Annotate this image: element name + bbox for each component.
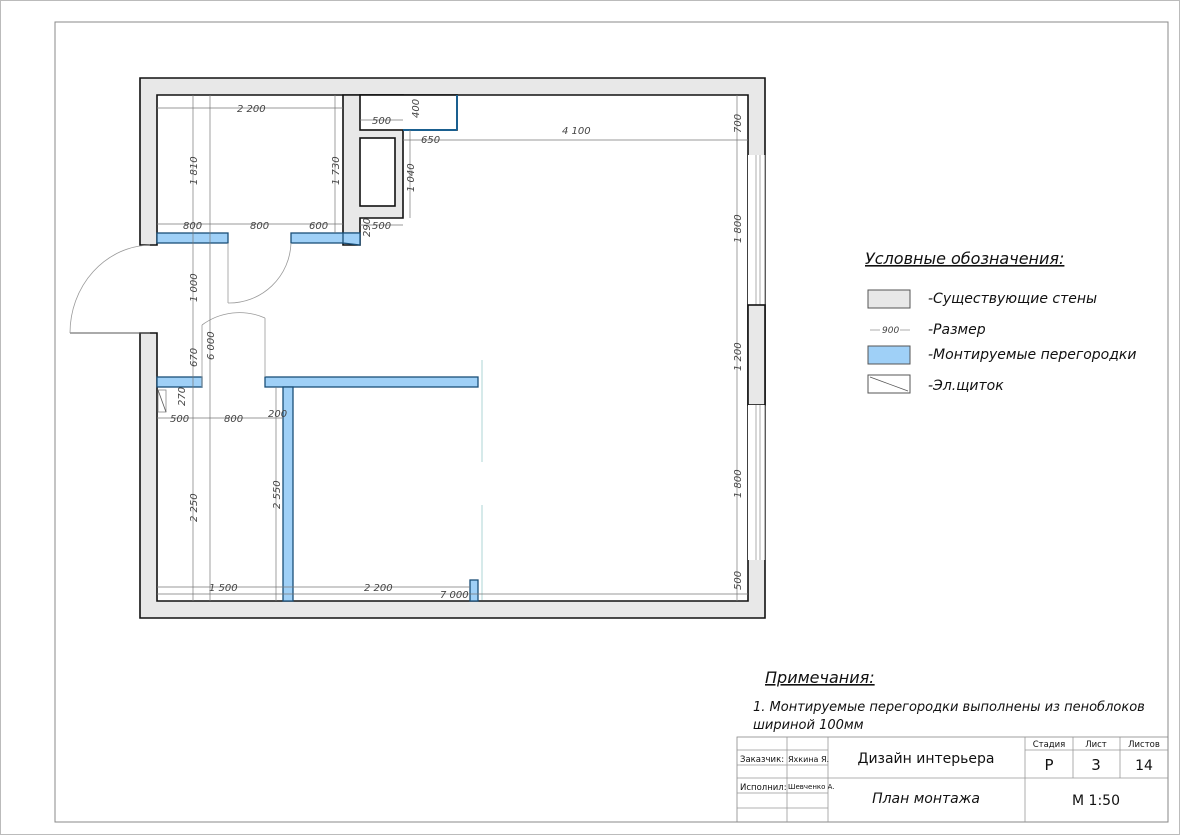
floor-plan: 2 200 1 810 1 730 500 400 650 4 100 700 … — [69, 77, 766, 619]
notes-title: Примечания: — [765, 668, 875, 687]
dim-label: 1 730 — [331, 156, 342, 185]
customer-name: Яхкина Я. — [788, 755, 829, 764]
dim-label: 670 — [189, 348, 200, 367]
dim-label: 500 — [170, 414, 189, 425]
sheets-value: 14 — [1135, 758, 1153, 774]
dimension-lines — [157, 95, 748, 601]
electrical-panel-icon — [867, 374, 911, 394]
dim-label: 500 — [372, 221, 391, 232]
new-partitions — [156, 232, 479, 602]
author-label: Исполнил: — [740, 783, 787, 793]
bathroom-door — [227, 242, 292, 304]
dim-label: 6 000 — [206, 331, 217, 360]
existing-walls — [139, 77, 766, 619]
dim-label: 650 — [421, 135, 440, 146]
dim-label: 2 200 — [364, 583, 393, 594]
dimension-labels: 2 200 1 810 1 730 500 400 650 4 100 700 … — [170, 99, 744, 601]
legend-label: -Размер — [928, 322, 986, 338]
drawing-sheet: 2 200 1 810 1 730 500 400 650 4 100 700 … — [0, 0, 1180, 835]
legend: Условные обозначения: -Существующие стен… — [865, 249, 1136, 394]
dim-label: 1 800 — [733, 214, 744, 243]
stage-value: Р — [1044, 756, 1053, 774]
legend-swatch-walls — [867, 289, 911, 309]
legend-label: -Монтируемые перегородки — [928, 347, 1136, 363]
legend-title: Условные обозначения: — [865, 249, 1064, 268]
dim-label: 500 — [733, 571, 744, 590]
dim-label: 270 — [177, 387, 188, 406]
window-pier — [747, 304, 766, 406]
dim-label: 400 — [411, 99, 422, 118]
notes-line: шириной 100мм — [753, 718, 864, 733]
dim-label: 800 — [183, 221, 202, 232]
dim-label: 4 100 — [562, 126, 591, 137]
legend-swatch-partitions — [867, 345, 911, 365]
window-top — [748, 155, 766, 305]
dim-label: 1 040 — [406, 163, 417, 192]
customer-label: Заказчик: — [740, 755, 784, 765]
dim-label: 7 000 — [440, 590, 469, 601]
electrical-panel — [157, 389, 167, 413]
window-bottom — [748, 405, 766, 560]
project-title: Дизайн интерьера — [858, 751, 995, 767]
sheets-label: Листов — [1128, 740, 1160, 750]
dim-label: 290 — [362, 218, 373, 237]
legend-label: -Существующие стены — [928, 291, 1097, 307]
sheet-value: 3 — [1091, 756, 1101, 774]
scale-value: М 1:50 — [1072, 793, 1120, 809]
legend-label: -Эл.щиток — [928, 378, 1004, 394]
sheet-title: План монтажа — [872, 791, 980, 807]
legend-dimension-sample: 900 — [882, 326, 899, 336]
dim-label: 800 — [250, 221, 269, 232]
dim-label: 1 000 — [189, 273, 200, 302]
entrance-door — [69, 244, 151, 334]
dim-label: 200 — [268, 409, 287, 420]
author-name: Шевченко А. — [788, 783, 835, 791]
dim-label: 600 — [309, 221, 328, 232]
dim-label: 2 200 — [237, 104, 266, 115]
notes-line: 1. Монтируемые перегородки выполнены из … — [753, 700, 1145, 715]
dim-label: 2 250 — [189, 493, 200, 522]
ventilation-shaft — [359, 137, 396, 207]
notes: Примечания: 1. Монтируемые перегородки в… — [753, 668, 1145, 733]
dim-label: 1 810 — [189, 156, 200, 185]
sheet-label: Лист — [1085, 740, 1107, 750]
dim-label: 1 500 — [209, 583, 238, 594]
dim-label: 700 — [733, 114, 744, 133]
dim-label: 500 — [372, 116, 391, 127]
dim-label: 800 — [224, 414, 243, 425]
dim-label: 1 200 — [733, 342, 744, 371]
stage-label: Стадия — [1033, 740, 1066, 750]
dim-label: 2 550 — [272, 480, 283, 509]
dim-label: 1 800 — [733, 469, 744, 498]
